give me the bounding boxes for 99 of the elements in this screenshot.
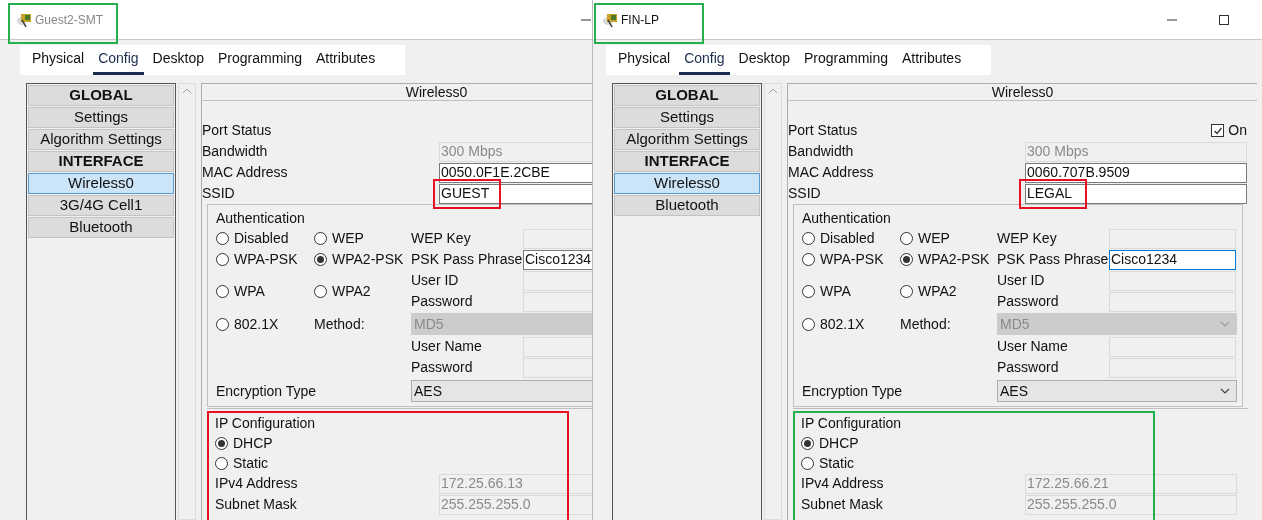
field-label: Method: [900,314,951,334]
device-icon [16,11,32,28]
sidebar-header: INTERFACE [28,151,174,172]
input-field[interactable]: Cisco1234 [1109,249,1236,270]
checkbox[interactable]: On [1211,120,1247,141]
field-label: User Name [411,337,483,356]
device-icon [602,11,618,28]
chevron-down-icon [1220,388,1230,394]
radio-button[interactable]: WEP [314,228,364,249]
tab[interactable]: Physical [27,45,90,75]
scroll-up-icon [768,88,778,94]
radio-button[interactable]: WPA2-PSK [900,249,990,270]
radio-button[interactable]: WPA-PSK [802,249,884,270]
radio-circle[interactable] [900,253,913,266]
scrollbar[interactable] [764,83,782,520]
tab[interactable]: Desktop [147,45,209,75]
sidebar-item[interactable]: Wireless0 [614,173,760,194]
scroll-up-icon [182,88,192,94]
field-label: Subnet Mask [215,495,298,514]
field-label: User Name [997,337,1069,356]
sidebar-item[interactable]: Settings [28,107,174,128]
radio-button[interactable]: WPA [802,281,851,301]
window-title: Guest2-SMT [35,11,103,29]
input-field[interactable]: Cisco1234 [523,249,592,270]
sidebar-item[interactable]: Bluetooth [614,195,760,216]
radio-button[interactable]: WPA2 [900,281,957,301]
panel-title: Wireless0 [788,84,1257,101]
field-label: Encryption Type [802,381,904,401]
field-label: Password [411,358,474,377]
field-label: PSK Pass Phrase [997,250,1109,269]
sidebar-item[interactable]: 3G/4G Cell1 [28,195,174,216]
tab[interactable]: Config [93,45,144,75]
tab[interactable]: Programming [798,45,893,75]
field-label: WEP Key [411,229,472,248]
tab[interactable]: Attributes [311,45,381,75]
field-label: MAC Address [788,163,875,182]
tab[interactable]: Programming [212,45,307,75]
field-label: Subnet Mask [801,495,884,514]
checkmark-icon [1212,125,1223,136]
radio-button[interactable]: WPA2-PSK [314,249,404,270]
window-title: FIN-LP [621,11,659,29]
field-label: Port Status [202,121,272,140]
field-label: Port Status [788,121,858,140]
field-label: MAC Address [202,163,289,182]
scrollbar[interactable] [178,83,196,520]
sidebar-item[interactable]: Wireless0 [28,173,174,194]
radio-button[interactable]: Static [801,453,1248,473]
sidebar-item[interactable]: Algorithm Settings [614,129,760,150]
field-label: SSID [788,184,822,203]
input-field[interactable]: 0060.707B.9509 [1025,162,1247,183]
input-field[interactable]: GUEST [439,183,592,204]
sidebar-header: GLOBAL [614,85,760,106]
field-label: PSK Pass Phrase [411,250,523,269]
group-title: Authentication [802,209,892,228]
field-label: Method: [314,314,365,334]
radio-button[interactable]: WPA-PSK [216,249,298,270]
field-label: Password [997,358,1060,377]
maximize-icon [1219,15,1229,25]
field-label: Password [997,292,1060,311]
field-label: SSID [202,184,236,203]
radio-button[interactable]: 802.1X [802,314,865,334]
sidebar-item[interactable]: Settings [614,107,760,128]
radio-button[interactable]: WEP [900,228,950,249]
input-field[interactable]: 0050.0F1E.2CBE [439,162,592,183]
chevron-down-icon [1220,321,1230,327]
tab[interactable]: Attributes [897,45,967,75]
field-label: User ID [411,271,460,290]
field-label: Encryption Type [216,381,318,401]
sidebar-item[interactable]: Bluetooth [28,217,174,238]
field-label: WEP Key [997,229,1058,248]
radio-button[interactable]: Disabled [216,228,289,249]
field-label: Bandwidth [788,142,855,161]
sidebar-header: GLOBAL [28,85,174,106]
input-field[interactable]: LEGAL [1025,183,1247,204]
dropdown[interactable]: AES [997,380,1237,402]
radio-button[interactable]: Disabled [802,228,875,249]
radio-button[interactable]: WPA2 [314,281,371,301]
dropdown[interactable]: AES [411,380,592,402]
sidebar-header: INTERFACE [614,151,760,172]
field-label: IPv4 Address [801,474,885,493]
sidebar-item[interactable]: Algorithm Settings [28,129,174,150]
radio-button[interactable]: DHCP [215,433,592,453]
radio-circle[interactable] [314,253,327,266]
radio-button[interactable]: DHCP [801,433,1248,453]
field-label: User ID [997,271,1046,290]
tab[interactable]: Physical [613,45,676,75]
group-title: IP Configuration [215,414,317,433]
group-title: Authentication [216,209,306,228]
radio-button[interactable]: WPA [216,281,265,301]
radio-button[interactable]: 802.1X [216,314,279,334]
radio-circle[interactable] [801,436,814,450]
field-label: Bandwidth [202,142,269,161]
field-label: IPv4 Address [215,474,299,493]
radio-button[interactable]: Static [215,453,592,473]
group-title: IP Configuration [801,414,903,433]
tab[interactable]: Config [679,45,730,75]
field-label: Password [411,292,474,311]
radio-circle[interactable] [215,436,228,450]
tab[interactable]: Desktop [733,45,795,75]
